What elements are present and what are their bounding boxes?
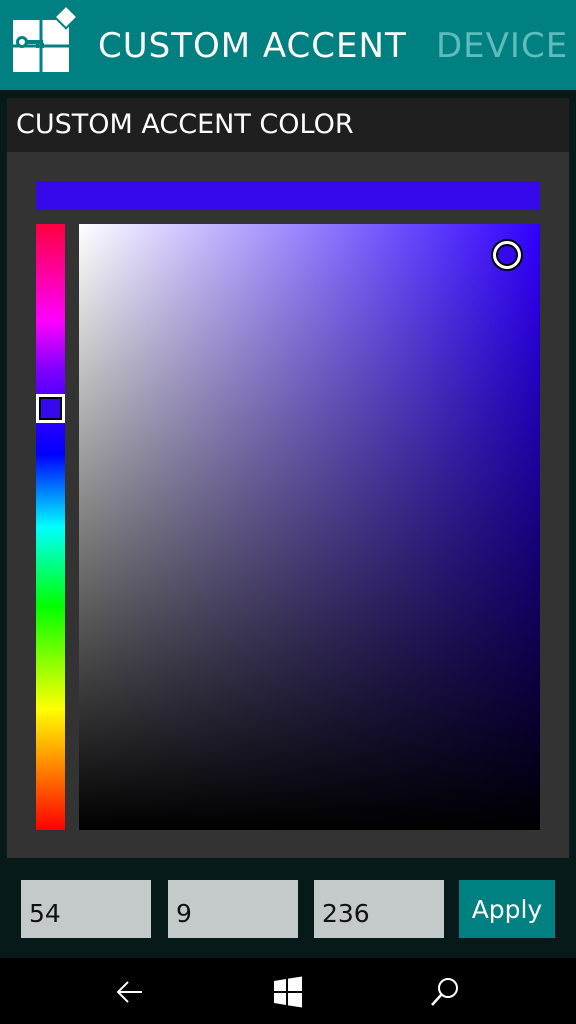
app-header: CUSTOM ACCENT DEVICE — [0, 0, 576, 90]
color-picker-panel — [7, 152, 569, 858]
windows-start-icon[interactable] — [271, 975, 305, 1009]
navigation-bar — [0, 958, 576, 1024]
panel-title: CUSTOM ACCENT COLOR — [16, 109, 354, 140]
tab-device[interactable]: DEVICE — [436, 26, 568, 66]
saturation-value-handle[interactable] — [493, 241, 521, 269]
panel-header: CUSTOM ACCENT COLOR — [7, 98, 569, 152]
value-gradient — [79, 224, 540, 830]
green-value-input[interactable] — [168, 880, 298, 938]
hue-slider-handle[interactable] — [36, 394, 65, 423]
hue-slider[interactable] — [36, 224, 65, 830]
search-icon[interactable] — [428, 975, 462, 1009]
back-icon[interactable] — [113, 975, 147, 1009]
tab-custom-accent[interactable]: CUSTOM ACCENT — [98, 26, 407, 66]
blue-value-input[interactable] — [314, 880, 444, 938]
color-preview-swatch — [36, 181, 540, 210]
app-logo-icon — [13, 6, 79, 72]
apply-button[interactable]: Apply — [459, 880, 555, 938]
saturation-value-picker[interactable] — [79, 224, 540, 830]
red-value-input[interactable] — [21, 880, 151, 938]
